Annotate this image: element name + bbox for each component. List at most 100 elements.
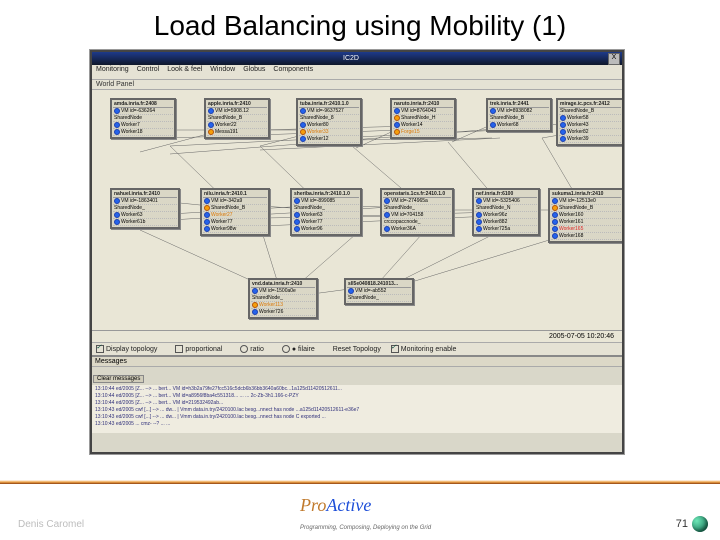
node-row[interactable]: VM id=-1500a0e [251, 288, 315, 295]
node-row[interactable]: Worker14 [393, 122, 453, 129]
menu-item[interactable]: Components [273, 66, 313, 73]
node-row[interactable]: Worker725a [475, 226, 537, 233]
node-row[interactable]: Messa191 [207, 129, 267, 136]
node-row[interactable]: Worker726 [251, 309, 315, 316]
node-box[interactable]: trek.inria.fr:2441VM id=8938082SharedNod… [486, 98, 552, 132]
node-row[interactable]: SharedNode_N [475, 205, 537, 212]
node-row[interactable]: Worker77 [203, 219, 267, 226]
node-row[interactable]: SharedNode_B [207, 115, 267, 122]
node-row[interactable]: SharedNode_ [113, 205, 177, 212]
node-box[interactable]: amda.inria.fr:2408VM id=-636264SharedNod… [110, 98, 176, 139]
node-row[interactable]: SharedNode [113, 115, 173, 122]
node-row[interactable]: SharedNode_B [551, 205, 621, 212]
node-box[interactable]: vnd.data.inria.fr:2410VM id=-1500a0eShar… [248, 278, 318, 319]
node-row[interactable]: Worker68 [489, 122, 549, 129]
node-row[interactable]: Worker33 [299, 129, 359, 136]
node-row[interactable]: SharedNode_H [393, 115, 453, 122]
node-box[interactable]: tuba.inria.fr:2410.1.0VM id=-9637527Shar… [296, 98, 362, 146]
node-row[interactable]: SharedNode_8 [299, 115, 359, 122]
node-row[interactable]: VM id=-636264 [113, 108, 173, 115]
node-row[interactable]: Worker36A [383, 226, 451, 233]
status-dot [114, 212, 120, 218]
node-row[interactable]: Worker80 [299, 122, 359, 129]
node-row[interactable]: Worker63 [113, 212, 177, 219]
node-row[interactable]: SharedNode_ [347, 295, 411, 302]
node-title: nahuel.inria.fr:2410 [113, 191, 177, 198]
node-row[interactable]: Worker82 [559, 129, 621, 136]
node-box[interactable]: sll5e040818.241013...VM id=-ab552SharedN… [344, 278, 414, 305]
menu-item[interactable]: Control [137, 66, 160, 73]
node-row[interactable]: Worker7 [113, 122, 173, 129]
node-row[interactable]: SharedNode_ [293, 205, 359, 212]
menu-item[interactable]: Look & feel [167, 66, 202, 73]
node-box[interactable]: sheriba.inria.fr:2410.1.0VM id=-899085Sh… [290, 188, 362, 236]
node-box[interactable]: openstaris.1cs.fr:2410.1.0VM id=-274965a… [380, 188, 454, 236]
node-box[interactable]: nahuel.inria.fr:2410VM id=-1863401Shared… [110, 188, 180, 229]
monitoring-enable-checkbox[interactable]: Monitoring enable [391, 346, 465, 353]
node-row[interactable]: Worker63 [293, 212, 359, 219]
status-dot [300, 108, 306, 114]
node-row[interactable]: Worker77 [293, 219, 359, 226]
clear-messages-button[interactable]: Clear messages [93, 375, 144, 383]
window-title: IC2D [343, 55, 359, 62]
node-row[interactable]: VM id=8938082 [489, 108, 549, 115]
node-row[interactable]: Worker18 [113, 129, 173, 136]
node-row[interactable]: Worker113 [251, 302, 315, 309]
node-row[interactable]: Worker96z [475, 212, 537, 219]
node-row[interactable]: VM id=-ab552 [347, 288, 411, 295]
node-row[interactable]: VM id=-899085 [293, 198, 359, 205]
node-box[interactable]: naruto.inria.fr:2410VM id=8764043SharedN… [390, 98, 456, 139]
node-row[interactable]: Worker96 [293, 226, 359, 233]
node-row[interactable]: Worker27 [203, 212, 267, 219]
ratio-radio[interactable]: ratio [240, 346, 272, 353]
node-row[interactable]: crccopaccnode_ [383, 219, 451, 226]
node-row[interactable]: VM id=704158 [383, 212, 451, 219]
filaire-radio[interactable]: ● filaire [282, 346, 323, 353]
node-row[interactable]: Worker98w [203, 226, 267, 233]
node-box[interactable]: nilu.inria.fr:2410.1VM id=-342a9SharedNo… [200, 188, 270, 236]
node-row[interactable]: Worker161 [551, 219, 621, 226]
node-box[interactable]: mirage.ic.pcs.fr:2412SharedNode_BWorker5… [556, 98, 622, 146]
display-topology-checkbox[interactable]: Display topology [96, 346, 165, 353]
menu-item[interactable]: Globus [243, 66, 265, 73]
app-window: IC2D X Monitoring Control Look & feel Windo… [90, 50, 624, 454]
node-row[interactable]: Worker58 [559, 115, 621, 122]
node-row[interactable]: Worker168 [551, 233, 621, 240]
node-row[interactable]: VM id=-5325406 [475, 198, 537, 205]
node-row[interactable]: Forge15 [393, 129, 453, 136]
close-icon[interactable]: X [608, 53, 620, 65]
node-box[interactable]: nef.inria.fr:6100VM id=-5325406SharedNod… [472, 188, 540, 236]
menu-item[interactable]: Monitoring [96, 66, 129, 73]
node-row[interactable]: VM id=5908.12 [207, 108, 267, 115]
node-row[interactable]: SharedNode_B [559, 108, 621, 115]
node-row[interactable]: Worker39 [559, 136, 621, 143]
node-row[interactable]: Worker165 [551, 226, 621, 233]
node-title: sheriba.inria.fr:2410.1.0 [293, 191, 359, 198]
node-row[interactable]: SharedNode_ [251, 295, 315, 302]
proportional-checkbox[interactable]: proportional [175, 346, 230, 353]
node-row[interactable]: VM id=-12513e0 [551, 198, 621, 205]
status-dot [476, 198, 482, 204]
menu-item[interactable]: Window [210, 66, 235, 73]
node-row[interactable]: Worker61b [113, 219, 177, 226]
node-box[interactable]: sukuma1.inria.fr:2410VM id=-12513e0Share… [548, 188, 622, 243]
node-row[interactable]: Worker882 [475, 219, 537, 226]
reset-topology-button[interactable]: Reset Topology [333, 346, 381, 353]
menu-bar[interactable]: Monitoring Control Look & feel Window Globus… [92, 65, 622, 80]
node-row[interactable]: SharedNode_B [489, 115, 549, 122]
node-row[interactable]: VM id=-342a9 [203, 198, 267, 205]
node-row[interactable]: VM id=-274965a [383, 198, 451, 205]
node-row[interactable]: SharedNode_B [203, 205, 267, 212]
node-title: vnd.data.inria.fr:2410 [251, 281, 315, 288]
node-row[interactable]: Worker43 [559, 122, 621, 129]
node-title: sll5e040818.241013... [347, 281, 411, 288]
node-row[interactable]: SharedNode_ [383, 205, 451, 212]
node-row[interactable]: VM id=-1863401 [113, 198, 177, 205]
node-row[interactable]: VM id=-9637527 [299, 108, 359, 115]
node-box[interactable]: apple.inria.fr:2410VM id=5908.12SharedNo… [204, 98, 270, 139]
node-row[interactable]: VM id=8764043 [393, 108, 453, 115]
node-row[interactable]: Worker12 [299, 136, 359, 143]
node-row[interactable]: Worker22 [207, 122, 267, 129]
node-row[interactable]: Worker160 [551, 212, 621, 219]
topology-canvas[interactable]: amda.inria.fr:2408VM id=-636264SharedNod… [92, 90, 622, 330]
